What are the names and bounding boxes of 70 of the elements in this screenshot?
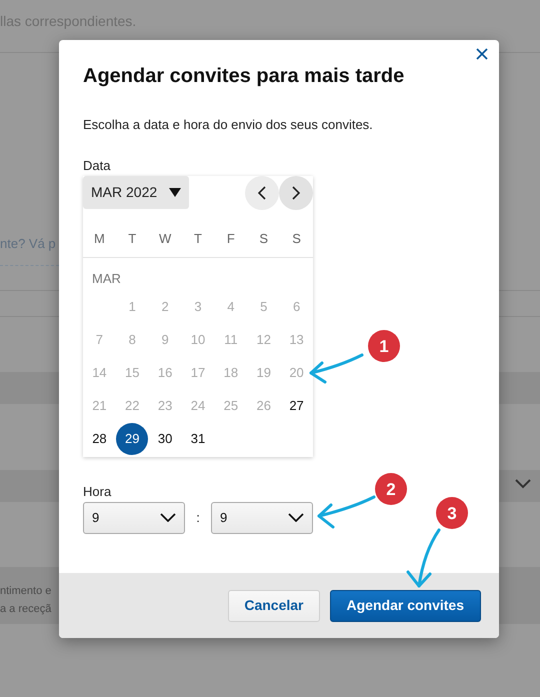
time-separator: : (196, 508, 200, 527)
next-month-button[interactable] (279, 176, 313, 210)
chevron-left-icon (258, 186, 266, 200)
weekday-label: S (259, 230, 268, 248)
step-badge (368, 330, 400, 362)
time-dropdown[interactable]: 9 (83, 502, 185, 534)
calendar-day: 1 (116, 291, 148, 323)
close-button[interactable] (474, 46, 490, 62)
calendar-day: 11 (214, 324, 247, 356)
calendar-day: 4 (214, 291, 247, 323)
calendar-day: 26 (248, 390, 280, 422)
cancel-button[interactable]: Cancelar (228, 590, 320, 622)
calendar-day: 9 (149, 324, 182, 356)
weekday-label: T (194, 230, 202, 248)
step-badge (436, 497, 468, 529)
calendar-day[interactable]: 30 (149, 423, 182, 455)
calendar-day[interactable]: 28 (83, 423, 116, 455)
month-label: MAR (92, 270, 121, 286)
previous-month-button[interactable] (245, 176, 279, 210)
step-number: 2 (386, 480, 396, 499)
background-text: ntimento e (0, 584, 52, 599)
calendar-day[interactable]: 31 (182, 423, 214, 455)
calendar-day: 10 (182, 324, 214, 356)
calendar-day: 18 (214, 357, 247, 389)
calendar-day: 7 (83, 324, 116, 356)
step-number: 3 (447, 504, 457, 523)
description-text: Escolha a data e hora do envio dos seus convites. (83, 117, 374, 133)
dialog-title: Agendar convites para mais tarde (83, 64, 406, 88)
annotation-arrow (310, 354, 364, 384)
weekday-label: T (128, 230, 136, 248)
calendar-day: 3 (182, 291, 214, 323)
calendar-day: 25 (214, 390, 247, 422)
calendar-day: 21 (83, 390, 116, 422)
calendar-day: 19 (248, 357, 280, 389)
month-year-dropdown[interactable]: MAR 2022 (83, 176, 189, 209)
weekday-label: W (158, 230, 172, 248)
calendar-day: 17 (182, 357, 214, 389)
chevron-down-icon (515, 479, 531, 489)
chevron-down-icon (160, 513, 176, 522)
time-dropdown[interactable]: 9 (211, 502, 313, 534)
calendar-day: 12 (248, 324, 280, 356)
field-label: Data (83, 158, 110, 174)
chevron-right-icon (292, 186, 300, 200)
step-badge (375, 473, 407, 505)
weekday-label: F (226, 230, 235, 248)
calendar-day[interactable]: 29 (116, 423, 148, 455)
calendar-day: 16 (149, 357, 182, 389)
background-text: nte? Vá p (0, 235, 56, 253)
step-number: 1 (379, 337, 389, 356)
schedule-button[interactable]: Agendar convites (330, 590, 481, 622)
calendar-day: 2 (149, 291, 182, 323)
weekday-label: M (94, 230, 105, 248)
calendar-day: 14 (83, 357, 116, 389)
annotation-arrow (406, 528, 440, 588)
triangle-down-icon (169, 188, 182, 198)
calendar-day: 15 (116, 357, 148, 389)
calendar-day: 6 (280, 291, 313, 323)
calendar-day: 20 (280, 357, 313, 389)
calendar-day: 13 (280, 324, 313, 356)
weekday-label: S (292, 230, 301, 248)
field-label: Hora (83, 484, 112, 500)
calendar-day: 5 (248, 291, 280, 323)
calendar-day: 24 (182, 390, 214, 422)
annotation-arrow (318, 496, 376, 528)
calendar-day: 23 (149, 390, 182, 422)
calendar-day: 22 (116, 390, 148, 422)
background-text: a a receçã (0, 602, 52, 617)
calendar-day: 8 (116, 324, 148, 356)
calendar-day[interactable]: 27 (280, 390, 313, 422)
chevron-down-icon (288, 513, 304, 522)
